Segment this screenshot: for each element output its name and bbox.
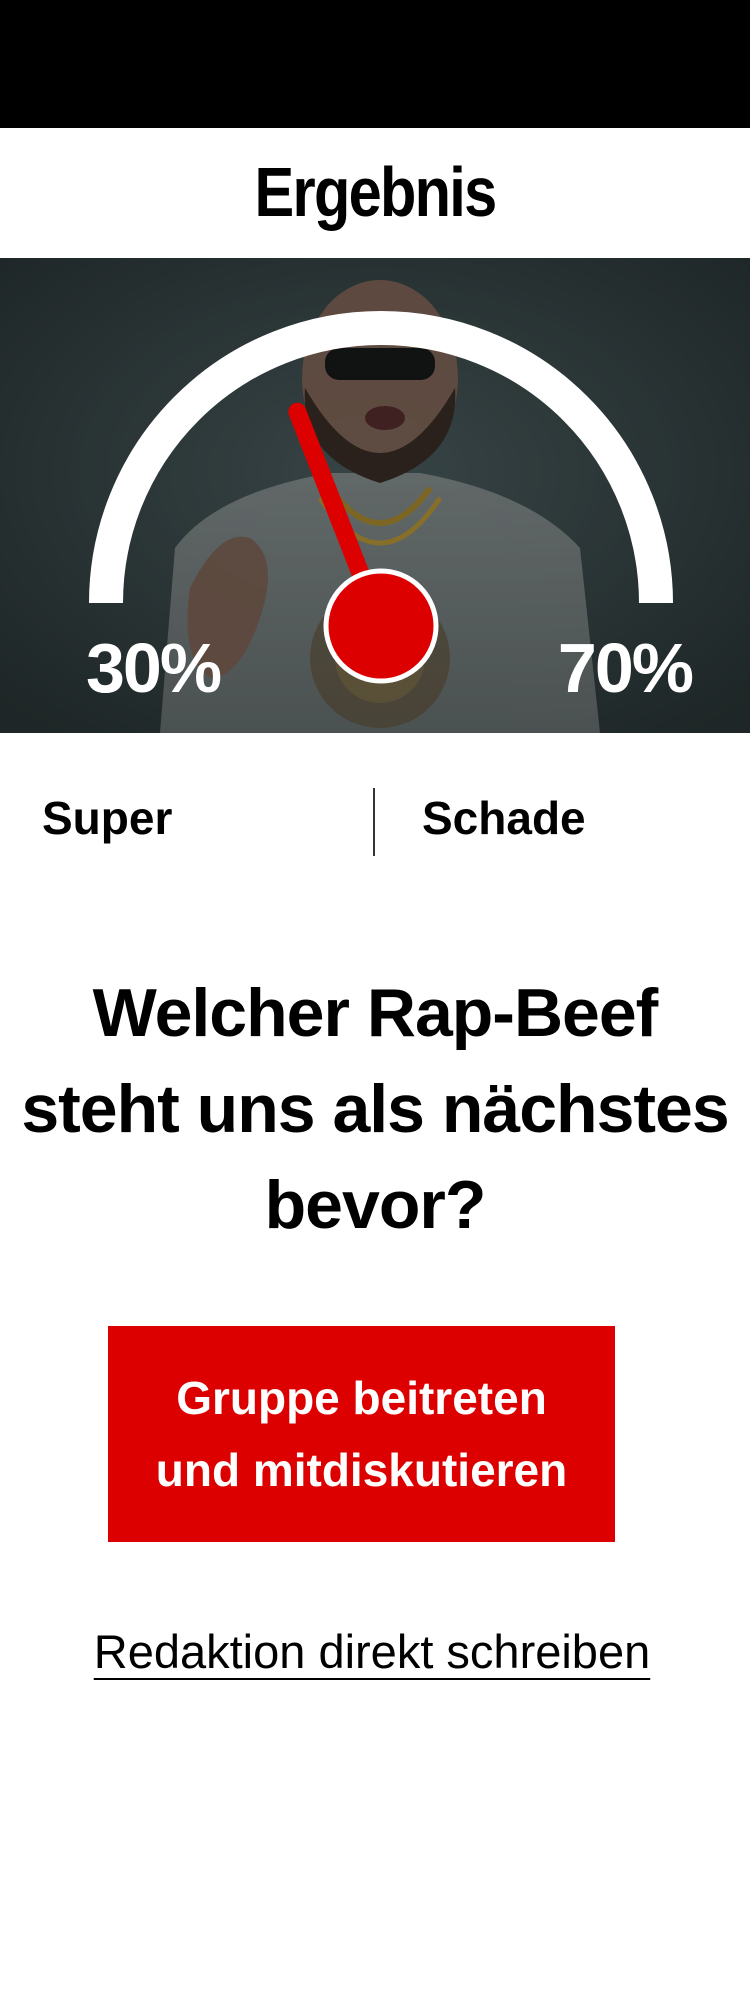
join-group-button[interactable]: Gruppe beitreten und mitdiskutieren: [108, 1326, 615, 1542]
question-line-1: Welcher Rap-Beef: [92, 975, 659, 1051]
question-line-3: bevor?: [264, 1167, 487, 1243]
label-super: Super: [42, 792, 173, 844]
question-heading: Welcher Rap-Beef steht uns als nächstes …: [20, 965, 730, 1253]
join-button-line-1: Gruppe beitreten: [176, 1372, 547, 1424]
label-schade: Schade: [422, 792, 586, 844]
page-title: Ergebnis: [254, 153, 497, 231]
label-divider: [373, 788, 375, 856]
question-line-2: steht uns als nächstes: [21, 1071, 729, 1147]
vote-labels: Super Schade: [0, 788, 750, 860]
gauge-hub: [323, 568, 439, 684]
left-percentage: 30%: [86, 629, 222, 707]
join-button-line-2: und mitdiskutieren: [155, 1444, 568, 1496]
right-percentage: 70%: [557, 629, 694, 707]
top-bar: [0, 0, 750, 128]
result-image: 30% 70%: [0, 258, 750, 733]
contact-editorial-link[interactable]: Redaktion direkt schreiben: [62, 1622, 682, 1682]
